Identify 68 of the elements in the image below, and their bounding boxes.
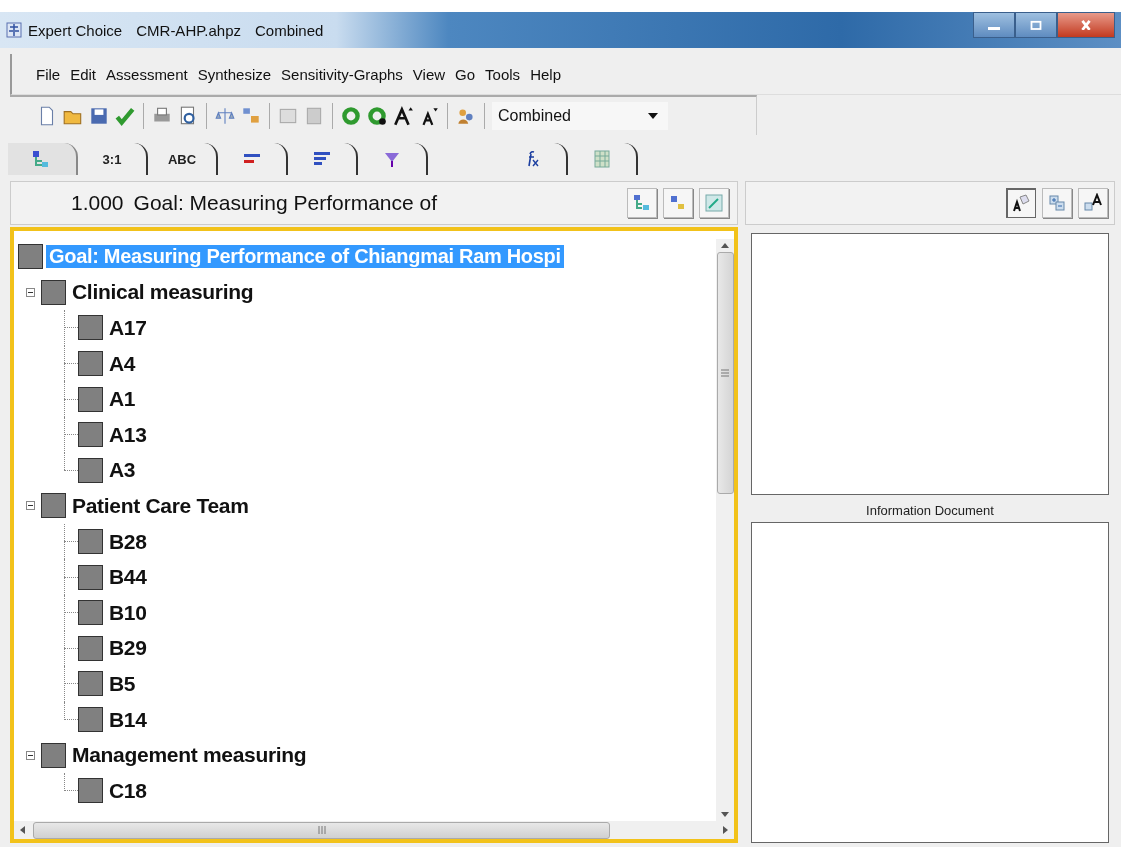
collapse-toggle[interactable] [26, 501, 35, 511]
tree-view-button[interactable] [627, 188, 657, 218]
add-text-button[interactable] [1078, 188, 1108, 218]
hierarchy-icon [632, 193, 652, 213]
maximize-button[interactable] [1015, 12, 1057, 38]
tree-item[interactable]: B10 [106, 600, 150, 625]
tree-item[interactable]: A3 [106, 458, 139, 483]
horizontal-scrollbar[interactable] [14, 821, 734, 839]
caret-icon [648, 113, 658, 119]
tree-item[interactable]: B14 [106, 707, 150, 732]
node-square-icon [18, 244, 43, 270]
tree-item[interactable]: A17 [106, 316, 150, 340]
menu-item[interactable]: Sensitivity-Graphs [281, 65, 403, 83]
menu-item[interactable]: File [36, 65, 61, 83]
plus-minus-icon [1047, 193, 1067, 213]
scroll-left-icon [20, 826, 25, 834]
fontup-icon[interactable] [392, 105, 414, 127]
tree-item[interactable]: C18 [106, 778, 150, 803]
menu-item[interactable]: View [412, 65, 446, 83]
close-button[interactable] [1057, 12, 1115, 38]
window-title: CMR-AHP.ahpz [136, 21, 241, 39]
node-title: Goal: Measuring Performance of [133, 191, 438, 215]
expand-collapse-button[interactable] [1042, 188, 1072, 218]
pencil-icon [704, 193, 724, 213]
window-title: Expert Choice [28, 21, 123, 39]
letter-a-icon [1011, 193, 1031, 213]
tree-item[interactable]: Clinical measuring [69, 280, 257, 305]
tree-item[interactable]: A4 [106, 351, 139, 376]
tree-item[interactable]: B5 [106, 671, 139, 696]
scroll-up-icon [721, 243, 729, 248]
menu-item[interactable]: Edit [70, 65, 97, 83]
window-title: Combined [255, 21, 324, 39]
scale-icon[interactable] [214, 105, 236, 127]
tree-item[interactable]: B29 [106, 636, 150, 661]
tree-item[interactable]: Management measuring [69, 743, 310, 768]
info-caption: Information Document [865, 502, 995, 520]
tree-item[interactable]: A13 [106, 422, 150, 447]
node-button[interactable] [663, 188, 693, 218]
tree-item[interactable]: B44 [106, 565, 150, 590]
menu-item[interactable]: Go [455, 65, 476, 83]
collapse-toggle[interactable] [26, 750, 35, 760]
grip-icon [317, 826, 326, 834]
refresh2-icon[interactable] [366, 105, 388, 127]
tree-item[interactable]: Patient Care Team [69, 493, 252, 518]
save-icon[interactable] [88, 105, 110, 127]
letter-a-icon [1083, 193, 1103, 213]
app-icon [6, 22, 22, 38]
menu-item[interactable]: Help [530, 65, 561, 83]
scroll-right-icon [723, 826, 728, 834]
node-square-icon [41, 742, 66, 768]
attach-button[interactable] [1006, 188, 1036, 218]
edit-button[interactable] [699, 188, 729, 218]
mode-dropdown[interactable]: Combined [492, 102, 668, 130]
tree-item[interactable]: B28 [106, 529, 150, 554]
minimize-icon [988, 26, 1000, 30]
menu-item[interactable]: Tools [485, 65, 521, 83]
node-priority: 1.000 [71, 191, 124, 215]
minimize-button[interactable] [973, 12, 1015, 38]
check-icon[interactable] [114, 105, 136, 127]
menu-item[interactable]: Synthesize [197, 65, 272, 83]
node-square-icon [41, 493, 66, 519]
vertical-scrollbar[interactable] [716, 239, 734, 821]
scroll-down-icon [721, 812, 729, 817]
tree-item[interactable]: A1 [106, 387, 139, 412]
grip-icon [721, 369, 729, 377]
collapse-toggle[interactable] [26, 287, 35, 297]
node-square-icon [41, 279, 66, 305]
menu-item[interactable]: Assessment [106, 65, 188, 83]
